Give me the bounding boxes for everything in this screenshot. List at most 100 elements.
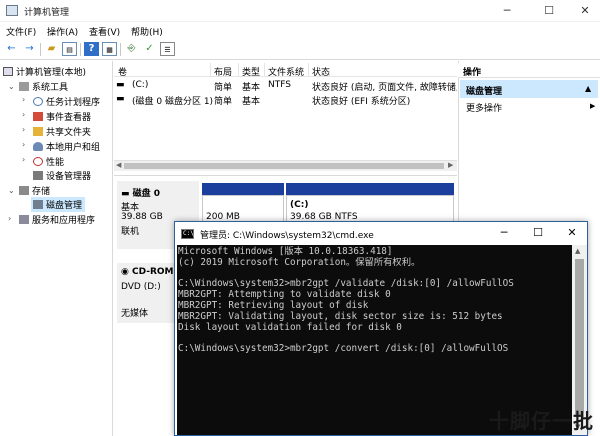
partition-1-bar — [202, 183, 284, 195]
toolbar-separator — [120, 43, 121, 56]
tree-item-services-apps[interactable]: 服务和应用程序 — [19, 213, 95, 226]
column-divider[interactable] — [308, 63, 309, 77]
help-icon[interactable]: ? — [84, 42, 99, 56]
tree-item-root[interactable]: 计算机管理(本地) — [3, 65, 86, 78]
volume-status: 状态良好 (启动, 页面文件, 故障转储, — [312, 83, 457, 92]
menu-view[interactable]: 查看(V) — [89, 25, 120, 38]
cmd-maximize-button[interactable]: ☐ — [525, 225, 551, 241]
back-arrow-icon[interactable]: ← — [4, 42, 19, 56]
tree-item-local-users[interactable]: 本地用户和组 — [33, 140, 100, 153]
scrollbar-thumb[interactable] — [575, 259, 584, 417]
clock-icon — [33, 97, 43, 106]
chevron-right-icon[interactable]: › — [22, 110, 25, 119]
volume-type: 基本 — [242, 83, 261, 92]
cdrom-name: ◉ CD-ROM — [121, 267, 174, 277]
storage-icon — [19, 186, 29, 195]
column-divider[interactable] — [238, 63, 239, 77]
chevron-right-icon[interactable]: › — [22, 95, 25, 104]
console-tree: 计算机管理(本地) ⌄ 系统工具 › 任务计划程序 › 事件查看器 › 共享文件… — [0, 61, 113, 436]
properties-icon[interactable]: ▦ — [102, 42, 117, 56]
more-actions-label: 更多操作 — [466, 104, 503, 114]
tools-icon — [19, 82, 29, 91]
chevron-right-icon[interactable]: › — [22, 125, 25, 134]
window-title: 计算机管理 — [24, 8, 70, 18]
tree-item-shared-folders[interactable]: 共享文件夹 — [33, 125, 91, 138]
menu-file[interactable]: 文件(F) — [6, 25, 36, 38]
partition-2-bar — [286, 183, 454, 195]
tree-item-system-tools[interactable]: 系统工具 — [19, 80, 68, 93]
volume-name: (C:) — [132, 80, 149, 90]
collapse-up-icon[interactable]: ▲ — [585, 84, 591, 93]
volume-layout: 简单 — [214, 97, 233, 106]
shared-folder-icon — [33, 127, 43, 136]
toolbar: ← → ▰ ▤ ? ▦ ⎆ ✓ ☰ — [0, 39, 600, 60]
tree-item-storage[interactable]: 存储 — [19, 184, 50, 197]
disk-0-size: 39.88 GB — [121, 212, 163, 222]
column-type[interactable]: 类型 — [242, 65, 260, 78]
forward-arrow-icon[interactable]: → — [22, 42, 37, 56]
cd-icon: ◉ — [121, 267, 132, 277]
cmd-window[interactable]: C:\ 管理员: C:\Windows\system32\cmd.exe ─ ☐… — [174, 221, 588, 436]
table-row[interactable]: ▬ (磁盘 0 磁盘分区 1) 简单 基本 状态良好 (EFI 系统分区) — [114, 93, 457, 106]
maximize-button[interactable]: ☐ — [536, 3, 562, 19]
column-divider[interactable] — [210, 63, 211, 77]
tree-item-task-scheduler[interactable]: 任务计划程序 — [33, 95, 100, 108]
volume-drive-icon: ▬ — [116, 94, 125, 104]
tree-item-event-viewer[interactable]: 事件查看器 — [33, 110, 91, 123]
volume-drive-icon: ▬ — [116, 80, 125, 90]
chevron-right-icon[interactable]: › — [8, 214, 11, 223]
toolbar-separator — [40, 43, 41, 56]
column-filesystem[interactable]: 文件系统 — [268, 65, 304, 78]
volume-layout: 简单 — [214, 83, 233, 92]
minimize-button[interactable]: ─ — [494, 3, 520, 19]
scroll-left-icon[interactable]: ◀ — [116, 161, 121, 169]
connect-icon[interactable]: ⎆ — [124, 42, 139, 56]
console-line: MBR2GPT: Validating layout, disk sector … — [178, 310, 503, 322]
chevron-right-icon[interactable]: ▶ — [590, 102, 595, 110]
volume-list-header: 卷 布局 类型 文件系统 状态 — [114, 63, 457, 78]
chevron-down-icon[interactable]: ⌄ — [8, 186, 15, 195]
cmd-title: 管理员: C:\Windows\system32\cmd.exe — [200, 231, 374, 241]
menu-bar: 文件(F) 操作(A) 查看(V) 帮助(H) — [0, 22, 600, 39]
actions-section-disk-management[interactable]: 磁盘管理 ▲ — [460, 80, 598, 98]
scroll-right-icon[interactable]: ▶ — [448, 161, 453, 169]
cdrom-drive: DVD (D:) — [121, 282, 161, 292]
column-layout[interactable]: 布局 — [214, 65, 232, 78]
menu-action[interactable]: 操作(A) — [47, 25, 78, 38]
cmd-minimize-button[interactable]: ─ — [491, 225, 517, 241]
volume-list-scrollbar[interactable]: ◀ ▶ — [114, 160, 457, 171]
tree-item-disk-management[interactable]: 磁盘管理 — [31, 197, 86, 212]
scroll-up-icon[interactable]: ▲ — [575, 247, 580, 255]
tree-item-performance[interactable]: 性能 — [33, 155, 64, 168]
column-status[interactable]: 状态 — [312, 65, 330, 78]
column-volume[interactable]: 卷 — [118, 65, 127, 78]
actions-title: 操作 — [463, 68, 482, 78]
cmd-icon: C:\ — [181, 229, 194, 239]
close-button[interactable]: ✕ — [572, 3, 598, 19]
check-icon[interactable]: ✓ — [142, 42, 157, 56]
more-actions-item[interactable]: 更多操作 — [466, 101, 502, 114]
console-tree-icon[interactable]: ▤ — [62, 42, 77, 56]
volume-type: 基本 — [242, 97, 261, 106]
device-manager-icon — [33, 171, 43, 180]
menu-help[interactable]: 帮助(H) — [131, 25, 163, 38]
column-divider[interactable] — [264, 63, 265, 77]
scrollbar-thumb[interactable] — [124, 163, 444, 169]
disk-icon — [33, 200, 43, 209]
tree-item-device-manager[interactable]: 设备管理器 — [33, 169, 91, 182]
chevron-down-icon[interactable]: ⌄ — [8, 82, 15, 91]
settings-list-icon[interactable]: ☰ — [160, 42, 175, 56]
watermark: 十脚仔一批 — [489, 409, 594, 433]
cmd-title-bar[interactable]: C:\ 管理员: C:\Windows\system32\cmd.exe ─ ☐… — [175, 222, 587, 245]
console-line: (c) 2019 Microsoft Corporation。保留所有权利。 — [178, 256, 421, 268]
cdrom-media: 无媒体 — [121, 309, 149, 319]
cmd-close-button[interactable]: ✕ — [559, 225, 585, 241]
up-folder-icon[interactable]: ▰ — [44, 42, 59, 56]
toolbar-separator — [80, 43, 81, 56]
volume-status: 状态良好 (EFI 系统分区) — [312, 97, 411, 106]
event-log-icon — [33, 112, 43, 121]
chevron-right-icon[interactable]: › — [22, 140, 25, 149]
chevron-right-icon[interactable]: › — [22, 155, 25, 164]
computer-management-icon — [6, 5, 18, 16]
table-row[interactable]: ▬ (C:) 简单 基本 NTFS 状态良好 (启动, 页面文件, 故障转储, — [114, 79, 457, 92]
